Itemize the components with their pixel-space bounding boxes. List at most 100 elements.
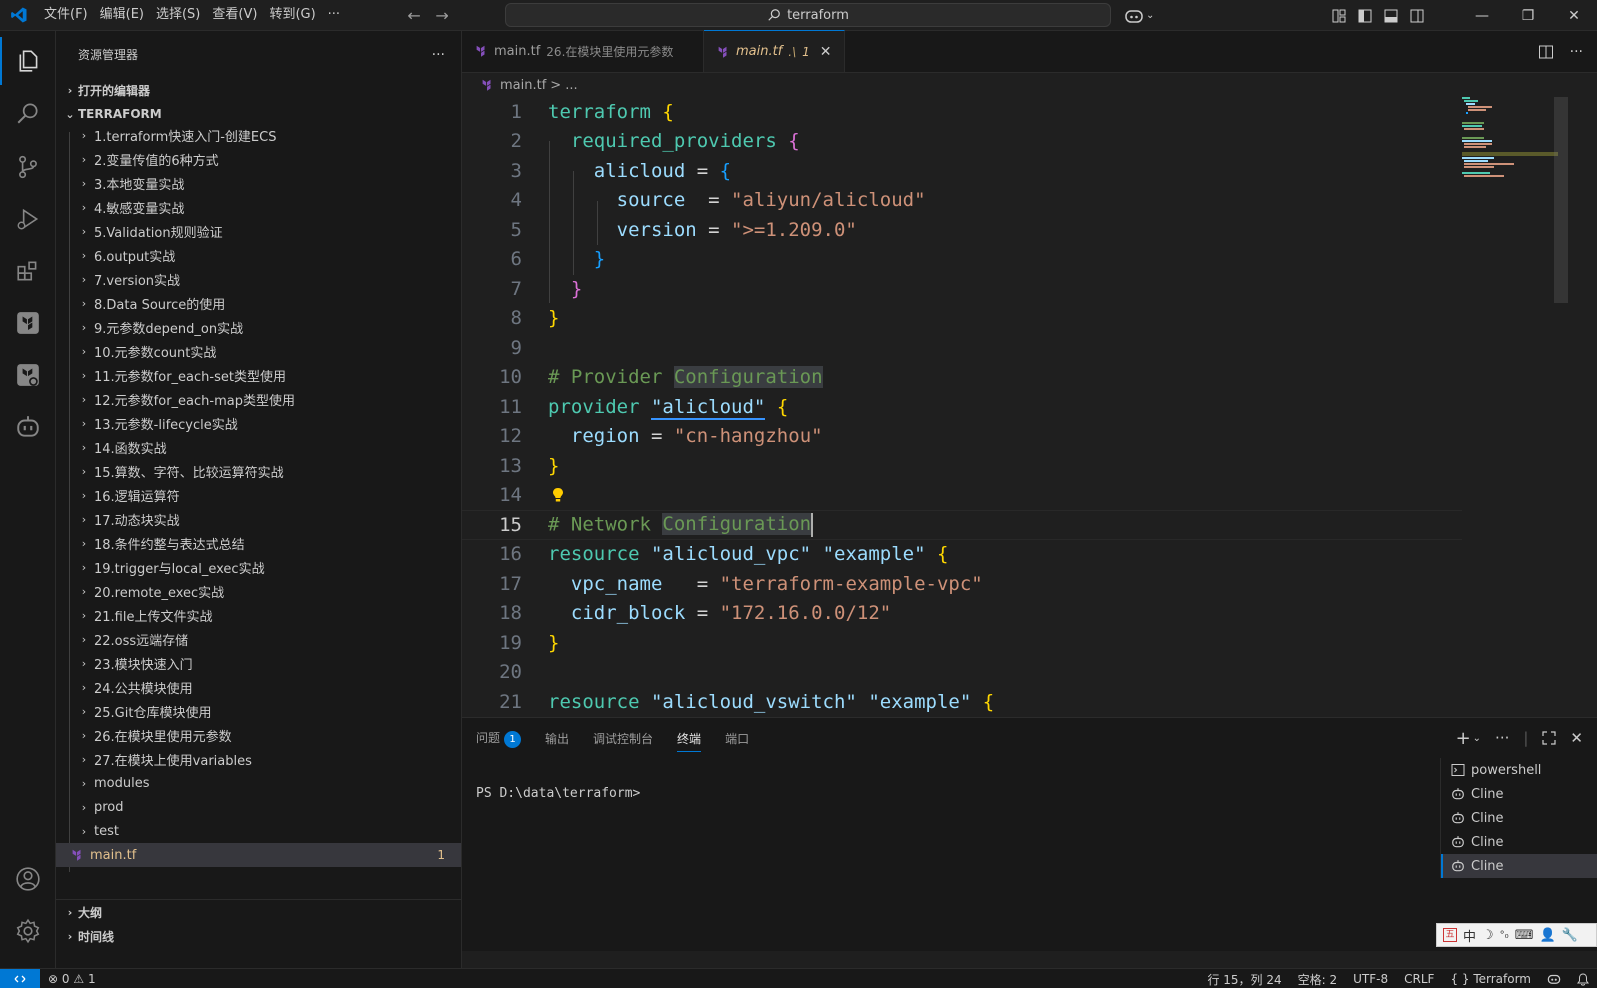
tree-folder-item[interactable]: › 6.output实战	[56, 243, 461, 267]
tab-main-tf-module[interactable]: main.tf 26.在模块里使用元参数	[462, 30, 704, 72]
tab-output[interactable]: 输出	[545, 730, 569, 747]
tree-folder-item[interactable]: › 20.remote_exec实战	[56, 579, 461, 603]
terminal-item[interactable]: Cline	[1441, 854, 1597, 878]
explorer-more-button[interactable]: ···	[432, 47, 445, 63]
tree-folder-item[interactable]: › 21.file上传文件实战	[56, 603, 461, 627]
cursor-position[interactable]: 行 15，列 24	[1199, 971, 1289, 988]
toggle-panel-icon[interactable]	[1378, 0, 1404, 31]
settings-gear-icon[interactable]	[0, 907, 56, 955]
tree-folder-item[interactable]: › 4.敏感变量实战	[56, 195, 461, 219]
ime-moon-icon[interactable]: ☽	[1482, 928, 1494, 943]
tree-folder-item[interactable]: › 9.元参数depend_on实战	[56, 315, 461, 339]
source-control-icon[interactable]	[0, 143, 56, 191]
tree-file-main-tf[interactable]: main.tf 1	[56, 843, 461, 867]
tab-problems[interactable]: 问题 1	[476, 729, 522, 748]
editor-more-icon[interactable]: ···	[1570, 44, 1583, 60]
menu-view[interactable]: 查看(V)	[206, 3, 263, 27]
tree-folder-item[interactable]: › 19.trigger与local_exec实战	[56, 555, 461, 579]
menu-file[interactable]: 文件(F)	[38, 3, 94, 27]
back-arrow-icon[interactable]: ←	[400, 6, 428, 25]
code-editor[interactable]: 1 terraform { 2 required_providers { 3 al…	[462, 97, 1597, 717]
tree-folder-item[interactable]: › 14.函数实战	[56, 435, 461, 459]
indentation[interactable]: 空格: 2	[1290, 971, 1346, 988]
keyboard-icon[interactable]: ⌨	[1515, 928, 1534, 943]
split-editor-icon[interactable]	[1538, 44, 1554, 60]
tree-folder-item[interactable]: › 27.在模块上使用variables	[56, 747, 461, 771]
tree-folder-item[interactable]: › 26.在模块里使用元参数	[56, 723, 461, 747]
ime-toolbar[interactable]: 五 中 ☽ °₀ ⌨ 👤 🔧	[1436, 923, 1597, 947]
tree-folder-item[interactable]: › 13.元参数-lifecycle实战	[56, 411, 461, 435]
tree-folder-item[interactable]: › 11.元参数for_each-set类型使用	[56, 363, 461, 387]
tree-folder-item[interactable]: › 15.算数、字符、比较运算符实战	[56, 459, 461, 483]
tab-terminal[interactable]: 终端	[677, 730, 702, 752]
terminal-item[interactable]: Cline	[1441, 830, 1597, 854]
wrench-icon[interactable]: 🔧	[1562, 928, 1578, 943]
open-editors-section[interactable]: › 打开的编辑器	[56, 78, 461, 102]
tree-folder-item[interactable]: › test	[56, 819, 461, 843]
breadcrumb-file[interactable]: main.tf	[500, 78, 546, 93]
terraform-icon[interactable]	[0, 299, 56, 347]
ime-chinese-mode[interactable]: 中	[1463, 926, 1476, 945]
remote-icon[interactable]	[0, 968, 40, 988]
tree-folder-item[interactable]: › 12.元参数for_each-map类型使用	[56, 387, 461, 411]
tree-folder-item[interactable]: › 22.oss远端存储	[56, 627, 461, 651]
tree-folder-item[interactable]: › 24.公共模块使用	[56, 675, 461, 699]
new-terminal-icon[interactable]: +	[1456, 728, 1471, 749]
minimize-icon[interactable]: —	[1459, 0, 1505, 31]
restore-icon[interactable]: ❐	[1505, 0, 1551, 31]
tree-folder-item[interactable]: › 1.terraform快速入门-创建ECS	[56, 123, 461, 147]
tree-folder-item[interactable]: › 2.变量传值的6种方式	[56, 147, 461, 171]
outline-section[interactable]: › 大纲	[56, 900, 461, 924]
end-of-line[interactable]: CRLF	[1396, 972, 1442, 986]
minimap[interactable]	[1462, 97, 1558, 193]
menu-go[interactable]: 转到(G)	[263, 3, 321, 27]
tree-folder-item[interactable]: › 7.version实战	[56, 267, 461, 291]
language-mode[interactable]: { } Terraform	[1442, 972, 1539, 986]
timeline-section[interactable]: › 时间线	[56, 924, 461, 948]
close-window-icon[interactable]: ✕	[1551, 0, 1597, 31]
cline-icon[interactable]	[0, 403, 56, 451]
tab-main-tf-active[interactable]: main.tf .\ 1 ✕	[704, 30, 845, 72]
close-tab-icon[interactable]: ✕	[820, 44, 832, 60]
terminal-item[interactable]: Cline	[1441, 806, 1597, 830]
problems-status[interactable]: ⊗ 0 ⚠ 1	[40, 972, 104, 986]
copilot-status-icon[interactable]	[1539, 973, 1569, 985]
toggle-secondary-sidebar-icon[interactable]	[1404, 0, 1430, 31]
bell-icon[interactable]	[1569, 972, 1597, 986]
terminal-item[interactable]: powershell	[1441, 758, 1597, 782]
account-icon[interactable]	[0, 855, 56, 903]
tree-folder-item[interactable]: › 10.元参数count实战	[56, 339, 461, 363]
forward-arrow-icon[interactable]: →	[428, 6, 456, 25]
maximize-panel-icon[interactable]	[1542, 731, 1557, 745]
tree-folder-item[interactable]: › 23.模块快速入门	[56, 651, 461, 675]
tree-folder-item[interactable]: › 17.动态块实战	[56, 507, 461, 531]
vscode-logo-icon[interactable]	[0, 0, 38, 31]
search-icon[interactable]	[0, 89, 56, 137]
tree-folder-item[interactable]: › 16.逻辑运算符	[56, 483, 461, 507]
tree-folder-item[interactable]: › 25.Git仓库模块使用	[56, 699, 461, 723]
tab-debug-console[interactable]: 调试控制台	[593, 730, 653, 747]
terraform-cloud-icon[interactable]	[0, 351, 56, 399]
menu-edit[interactable]: 编辑(E)	[94, 3, 150, 27]
panel-more-icon[interactable]: ···	[1495, 729, 1509, 747]
copilot-button[interactable]: ⌄	[1124, 0, 1154, 31]
tree-folder-item[interactable]: › prod	[56, 795, 461, 819]
chevron-down-icon[interactable]: ⌄	[1473, 733, 1481, 744]
tab-ports[interactable]: 端口	[725, 730, 749, 747]
toggle-sidebar-icon[interactable]	[1352, 0, 1378, 31]
ime-punctuation[interactable]: °₀	[1500, 930, 1509, 941]
close-panel-icon[interactable]: ✕	[1570, 729, 1583, 747]
tree-folder-item[interactable]: › 8.Data Source的使用	[56, 291, 461, 315]
user-icon[interactable]: 👤	[1539, 928, 1555, 943]
tree-folder-item[interactable]: › 18.条件约整与表达式总结	[56, 531, 461, 555]
terminal-prompt[interactable]: PS D:\data\terraform>	[476, 786, 640, 801]
run-debug-icon[interactable]	[0, 195, 56, 243]
tree-folder-item[interactable]: › modules	[56, 771, 461, 795]
extensions-icon[interactable]	[0, 247, 56, 295]
customize-layout-icon[interactable]	[1326, 0, 1352, 31]
menu-selection[interactable]: 选择(S)	[150, 3, 206, 27]
tree-folder-item[interactable]: › 5.Validation规则验证	[56, 219, 461, 243]
menu-more[interactable]: ···	[322, 3, 346, 27]
encoding[interactable]: UTF-8	[1345, 972, 1396, 986]
command-center[interactable]: terraform	[505, 3, 1111, 27]
